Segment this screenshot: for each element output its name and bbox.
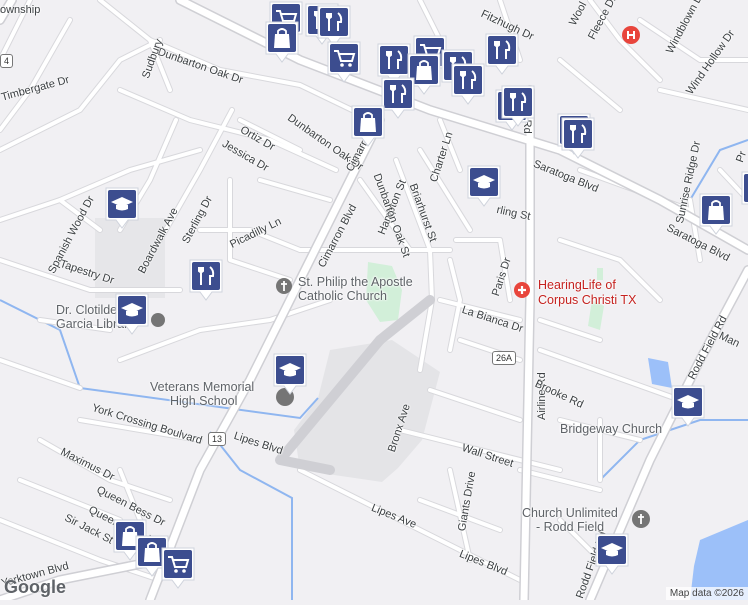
shopping-bag-marker[interactable] bbox=[740, 170, 748, 214]
place-name: Dr. Clotilde bbox=[56, 303, 118, 317]
restaurant-marker[interactable] bbox=[560, 116, 596, 160]
school-icon bbox=[467, 165, 501, 207]
place-name: HearingLife of bbox=[538, 278, 616, 292]
map-attribution: Map data ©2026 bbox=[665, 587, 748, 600]
library-icon bbox=[151, 313, 165, 327]
school-marker[interactable] bbox=[104, 186, 140, 230]
route-shield-26a: 26A bbox=[492, 351, 517, 365]
restaurant-icon bbox=[485, 33, 519, 75]
place-name: High School bbox=[170, 394, 238, 408]
school-marker[interactable] bbox=[466, 164, 502, 208]
school-icon bbox=[115, 293, 149, 335]
school-icon bbox=[671, 385, 705, 427]
hospital-icon[interactable] bbox=[622, 26, 640, 44]
church-icon bbox=[632, 510, 650, 528]
school-marker[interactable] bbox=[272, 352, 308, 396]
restaurant-marker[interactable] bbox=[450, 62, 486, 106]
shopping-cart-icon bbox=[327, 41, 361, 83]
street-label: ownship bbox=[0, 4, 41, 16]
medical-icon bbox=[514, 282, 530, 298]
school-icon bbox=[595, 533, 629, 575]
google-logo: Google bbox=[4, 577, 66, 597]
map-canvas[interactable]: ownship Dunbarton Oak Dr Sudbury Timberg… bbox=[0, 0, 748, 605]
restaurant-icon bbox=[189, 259, 223, 301]
restaurant-marker[interactable] bbox=[500, 84, 536, 128]
shopping-bag-marker[interactable] bbox=[350, 104, 386, 148]
school-marker[interactable] bbox=[594, 532, 630, 576]
restaurant-icon bbox=[501, 85, 535, 127]
school-icon bbox=[105, 187, 139, 229]
shopping-cart-marker[interactable] bbox=[326, 40, 362, 84]
place-name: Corpus Christi TX bbox=[538, 293, 637, 307]
school-marker[interactable] bbox=[114, 292, 150, 336]
school-marker[interactable] bbox=[670, 384, 706, 428]
shopping-bag-icon bbox=[741, 171, 748, 205]
route-shield-4: 4 bbox=[0, 54, 14, 68]
shopping-bag-icon bbox=[265, 21, 299, 63]
restaurant-icon bbox=[451, 63, 485, 105]
place-name: Church Unlimited bbox=[522, 506, 618, 520]
restaurant-icon bbox=[561, 117, 595, 159]
shopping-bag-icon bbox=[351, 105, 385, 147]
restaurant-marker[interactable] bbox=[188, 258, 224, 302]
place-name: Catholic Church bbox=[298, 289, 387, 303]
school-icon bbox=[273, 353, 307, 395]
church-icon bbox=[276, 278, 292, 294]
shopping-bag-marker[interactable] bbox=[264, 20, 300, 64]
shopping-bag-icon bbox=[699, 193, 733, 235]
restaurant-marker[interactable] bbox=[484, 32, 520, 76]
shopping-bag-marker[interactable] bbox=[698, 192, 734, 236]
shopping-cart-marker[interactable] bbox=[160, 546, 196, 590]
shopping-cart-icon bbox=[161, 547, 195, 589]
place-name: Veterans Memorial bbox=[150, 380, 255, 394]
route-shield-13: 13 bbox=[208, 432, 227, 446]
place-name: Bridgeway Church bbox=[560, 422, 663, 436]
place-name: St. Philip the Apostle bbox=[298, 275, 413, 289]
